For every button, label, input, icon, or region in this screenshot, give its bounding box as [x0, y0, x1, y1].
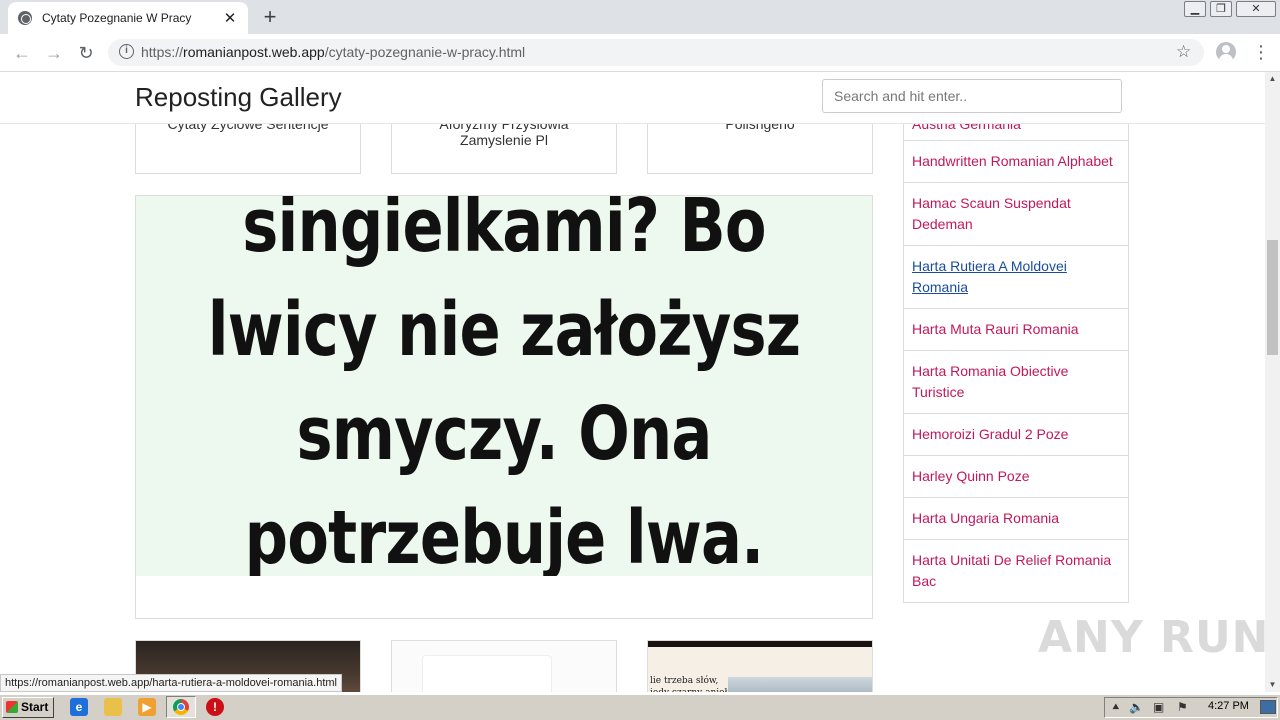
- forward-button[interactable]: →: [43, 42, 65, 64]
- tab-title: Cytaty Pozegnanie W Pracy: [42, 11, 192, 25]
- scrollbar-thumb[interactable]: [1267, 240, 1278, 355]
- close-window-button[interactable]: ✕: [1236, 1, 1276, 17]
- url-path: /cytaty-pozegnanie-w-pracy.html: [324, 44, 526, 60]
- thumbnail-card[interactable]: [391, 640, 617, 692]
- url-host: romanianpost.web.app: [183, 44, 325, 60]
- quote-line: singielkami? Bo: [242, 196, 766, 269]
- furniture-drawing: [422, 655, 552, 692]
- sidebar-list: Austria Germania Handwritten Romanian Al…: [903, 102, 1129, 603]
- opera-icon[interactable]: !: [206, 698, 224, 716]
- quote-image-text: singielkami? Bo lwicy nie założysz smycz…: [202, 196, 806, 576]
- thumbnail-sky: [728, 677, 872, 692]
- quote-line: lwicy nie założysz: [207, 287, 801, 373]
- link-status-bubble: https://romanianpost.web.app/harta-rutie…: [0, 674, 342, 692]
- speaker-icon[interactable]: 🔈: [1129, 700, 1144, 714]
- scroll-down-arrow-icon[interactable]: ▼: [1265, 678, 1280, 692]
- minimize-button[interactable]: ▁: [1184, 1, 1206, 17]
- reload-button[interactable]: ↻: [75, 42, 97, 64]
- quote-line: smyczy. Ona: [296, 391, 712, 477]
- page-viewport: Cytaty Zyciowe Sentencje Aforyzmy Przysl…: [0, 72, 1265, 692]
- quote-image[interactable]: singielkami? Bo lwicy nie założysz smycz…: [136, 196, 872, 576]
- back-button[interactable]: ←: [11, 42, 33, 64]
- chrome-icon: [173, 699, 189, 715]
- new-tab-button[interactable]: +: [258, 5, 282, 29]
- thumbnail-text: lie trzeba słów, iedy czarny anioł: [650, 676, 727, 692]
- sidebar-item[interactable]: Handwritten Romanian Alphabet: [904, 140, 1128, 182]
- taskbar-clock[interactable]: 4:27 PM: [1208, 700, 1249, 712]
- flag-icon[interactable]: ⚑: [1177, 700, 1188, 714]
- url-scheme: https://: [141, 44, 184, 60]
- anyrun-watermark: ANY RUN: [1038, 612, 1270, 663]
- scroll-up-arrow-icon[interactable]: ▲: [1265, 72, 1280, 86]
- url-text[interactable]: https://romanianpost.web.app/cytaty-poze…: [141, 44, 525, 60]
- tray-expand-icon[interactable]: ⯅: [1111, 700, 1121, 715]
- sidebar-item[interactable]: Hemoroizi Gradul 2 Poze: [904, 413, 1128, 455]
- folder-icon[interactable]: [104, 698, 122, 716]
- search-input[interactable]: [822, 79, 1122, 113]
- sidebar-item[interactable]: Hamac Scaun Suspendat Dedeman: [904, 182, 1128, 245]
- sidebar-item[interactable]: Harta Ungaria Romania: [904, 497, 1128, 539]
- tab-close-icon[interactable]: ✕: [222, 9, 238, 27]
- site-header: Reposting Gallery: [0, 72, 1265, 124]
- browser-tab[interactable]: Cytaty Pozegnanie W Pracy ✕: [8, 2, 248, 34]
- chrome-taskbar-button[interactable]: [166, 696, 196, 718]
- sidebar-item[interactable]: Harta Romania Obiective Turistice: [904, 350, 1128, 413]
- site-brand[interactable]: Reposting Gallery: [135, 82, 342, 113]
- globe-icon: [18, 11, 32, 25]
- restore-button[interactable]: ❐: [1210, 1, 1232, 17]
- page-scrollbar[interactable]: [1265, 72, 1280, 692]
- profile-avatar-icon[interactable]: [1216, 42, 1236, 62]
- show-desktop-icon[interactable]: [1260, 700, 1276, 714]
- bookmark-star-icon[interactable]: ☆: [1176, 42, 1191, 62]
- top-card[interactable]: Cytaty Zyciowe Sentencje: [135, 116, 361, 174]
- network-icon[interactable]: ▣: [1153, 700, 1164, 714]
- internet-explorer-icon[interactable]: e: [70, 698, 88, 716]
- sidebar-item[interactable]: Harley Quinn Poze: [904, 455, 1128, 497]
- info-icon[interactable]: i: [119, 44, 134, 59]
- media-player-icon[interactable]: ▶: [138, 698, 156, 716]
- sidebar-item-hovered[interactable]: Harta Rutiera A Moldovei Romania: [904, 245, 1128, 308]
- top-card[interactable]: Aforyzmy Przyslowia Zamyslenie Pl: [391, 116, 617, 174]
- thumbnail-card[interactable]: lie trzeba słów, iedy czarny anioł: [647, 640, 873, 692]
- kebab-menu-icon[interactable]: ⋮: [1252, 42, 1270, 63]
- top-card[interactable]: Polishgeno: [647, 116, 873, 174]
- sidebar-item[interactable]: Harta Unitati De Relief Romania Bac: [904, 539, 1128, 602]
- quote-line: potrzebuje lwa.: [244, 495, 765, 576]
- start-button[interactable]: Start: [2, 697, 54, 718]
- sidebar-item[interactable]: Harta Muta Rauri Romania: [904, 308, 1128, 350]
